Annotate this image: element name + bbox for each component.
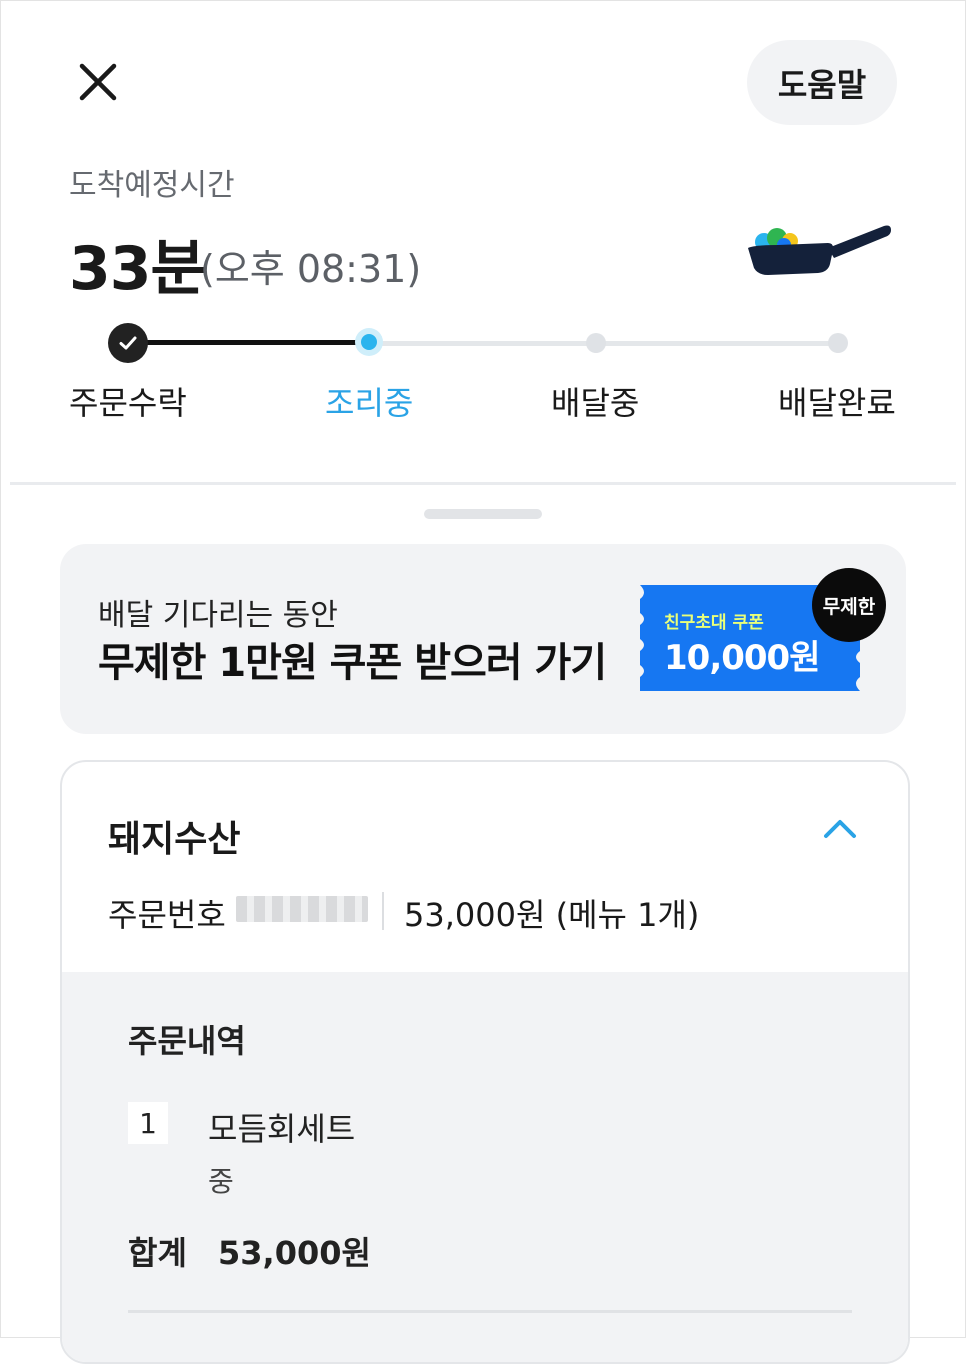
detail-divider bbox=[128, 1310, 852, 1313]
sheet-drag-handle[interactable] bbox=[424, 509, 542, 519]
frying-pan-icon bbox=[748, 225, 891, 275]
item-option: 중 bbox=[208, 1165, 234, 1198]
item-name: 모듬회세트 bbox=[208, 1110, 356, 1148]
store-name: 돼지수산 bbox=[108, 819, 241, 860]
coupon-amount: 10,000원 bbox=[664, 638, 820, 678]
order-number-label: 주문번호 bbox=[108, 896, 226, 934]
eta-minutes: 33분 bbox=[69, 234, 206, 304]
total-value: 53,000원 bbox=[218, 1234, 371, 1272]
eta-clock-time: (오후 08:31) bbox=[200, 247, 422, 291]
order-detail-panel: 주문내역 1 모듬회세트 중 합계 53,000원 bbox=[62, 972, 908, 1362]
step-label-delivering: 배달중 bbox=[551, 384, 640, 422]
unlimited-badge: 무제한 bbox=[812, 568, 886, 642]
banner-subtitle: 배달 기다리는 동안 bbox=[98, 598, 338, 633]
total-label: 합계 bbox=[128, 1234, 187, 1272]
check-icon bbox=[119, 336, 137, 350]
order-detail-title: 주문내역 bbox=[128, 1022, 246, 1060]
banner-title: 무제한 1만원 쿠폰 받으러 가기 bbox=[98, 640, 607, 686]
order-number-redacted bbox=[236, 896, 368, 922]
order-info-separator bbox=[382, 892, 384, 930]
step-marker-delivered bbox=[828, 333, 848, 353]
order-card: 돼지수산 주문번호 53,000원 (메뉴 1개) 주문내역 1 모듬회세트 중… bbox=[60, 760, 910, 1364]
item-quantity: 1 bbox=[128, 1102, 168, 1144]
step-marker-delivering bbox=[586, 333, 606, 353]
collapse-button[interactable] bbox=[820, 814, 860, 844]
section-divider bbox=[10, 482, 956, 485]
coupon-promo-banner[interactable]: 배달 기다리는 동안 무제한 1만원 쿠폰 받으러 가기 친구초대 쿠폰 10,… bbox=[60, 544, 906, 734]
chevron-up-icon bbox=[824, 820, 856, 838]
close-button[interactable] bbox=[74, 58, 122, 106]
step-label-cooking: 조리중 bbox=[325, 384, 414, 422]
step-marker-cooking bbox=[355, 328, 383, 356]
step-label-delivered: 배달완료 bbox=[778, 384, 896, 422]
help-button[interactable]: 도움말 bbox=[747, 40, 897, 125]
order-summary: 53,000원 (메뉴 1개) bbox=[404, 896, 700, 934]
eta-label: 도착예정시간 bbox=[69, 168, 235, 203]
step-label-accepted: 주문수락 bbox=[69, 384, 187, 422]
step-marker-accepted bbox=[108, 323, 148, 363]
close-icon bbox=[79, 63, 117, 101]
progress-track-filled bbox=[128, 340, 370, 345]
